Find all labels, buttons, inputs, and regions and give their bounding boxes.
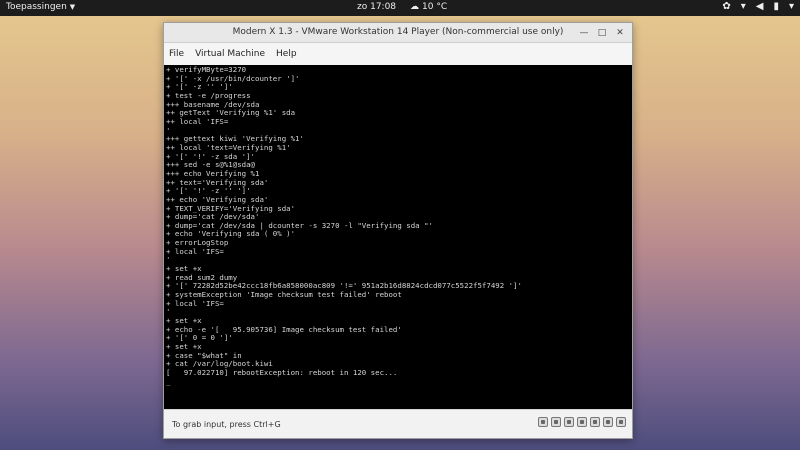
battery-icon[interactable]: ▮ xyxy=(773,1,779,12)
cloud-icon: ☁ xyxy=(410,2,419,12)
network-icon[interactable] xyxy=(577,417,587,427)
weather-indicator[interactable]: ☁ 10 °C xyxy=(410,2,447,12)
cd-drive-icon[interactable] xyxy=(551,417,561,427)
floppy-icon[interactable] xyxy=(564,417,574,427)
minimize-icon[interactable]: — xyxy=(578,27,590,39)
window-title: Modern X 1.3 - VMware Workstation 14 Pla… xyxy=(232,27,564,37)
menu-file[interactable]: File xyxy=(169,49,184,59)
console-line: [ 97.022710] rebootException: reboot in … xyxy=(166,367,398,377)
console-line: + echo 'Verifying sda ( 0% )' xyxy=(166,229,296,239)
console-line: + '[' -x /usr/bin/dcounter ']' xyxy=(166,73,300,83)
menu-virtual-machine[interactable]: Virtual Machine xyxy=(195,49,265,59)
status-indicator-icon[interactable]: ✿ xyxy=(722,1,730,12)
console-line: _ xyxy=(166,376,171,386)
window-titlebar[interactable]: Modern X 1.3 - VMware Workstation 14 Pla… xyxy=(164,23,632,43)
clock[interactable]: zo 17:08 xyxy=(357,2,396,12)
power-menu-icon[interactable]: ▾ xyxy=(789,1,794,12)
menu-bar: File Virtual Machine Help xyxy=(164,43,632,65)
console-line: + errorLogStop xyxy=(166,238,229,248)
temperature-label: 10 °C xyxy=(422,2,448,12)
display-icon[interactable] xyxy=(616,417,626,427)
console-line: + echo -e '[ 95.905736] Image checksum t… xyxy=(166,324,402,334)
console-line: + local 'IFS= xyxy=(166,298,224,308)
console-line: + local 'IFS= xyxy=(166,246,224,256)
console-line: + '[' 0 = 0 ']' xyxy=(166,333,233,343)
console-line: ' xyxy=(166,307,171,317)
system-tray[interactable]: ✿ ▾ ◀ ▮ ▾ xyxy=(722,1,794,12)
menu-help[interactable]: Help xyxy=(276,49,297,59)
chevron-down-icon: ▼ xyxy=(69,3,76,11)
volume-icon[interactable]: ◀ xyxy=(756,1,764,12)
status-bar: To grab input, press Ctrl+G xyxy=(164,409,632,438)
top-bar: Toepassingen ▼ zo 17:08 ☁ 10 °C ✿ ▾ ◀ ▮ … xyxy=(0,0,800,16)
console-line: ++ getText 'Verifying %1' sda xyxy=(166,108,296,118)
close-icon[interactable]: ✕ xyxy=(614,27,626,39)
console-line: ++ local 'IFS= xyxy=(166,116,229,126)
device-icons xyxy=(538,417,626,427)
applications-menu[interactable]: Toepassingen ▼ xyxy=(6,2,75,12)
vmware-window: Modern X 1.3 - VMware Workstation 14 Pla… xyxy=(163,22,633,439)
grab-input-hint: To grab input, press Ctrl+G xyxy=(172,420,281,429)
console-line: ' xyxy=(166,255,171,265)
console-line: + systemException 'Image checksum test f… xyxy=(166,290,402,300)
vm-console[interactable]: + verifyMByte=3270 + '[' -x /usr/bin/dcou… xyxy=(164,65,632,411)
network-icon[interactable]: ▾ xyxy=(741,1,746,12)
applications-label: Toepassingen xyxy=(6,2,67,12)
sound-icon[interactable] xyxy=(603,417,613,427)
hard-disk-icon[interactable] xyxy=(538,417,548,427)
usb-icon[interactable] xyxy=(590,417,600,427)
maximize-icon[interactable]: □ xyxy=(596,27,608,39)
